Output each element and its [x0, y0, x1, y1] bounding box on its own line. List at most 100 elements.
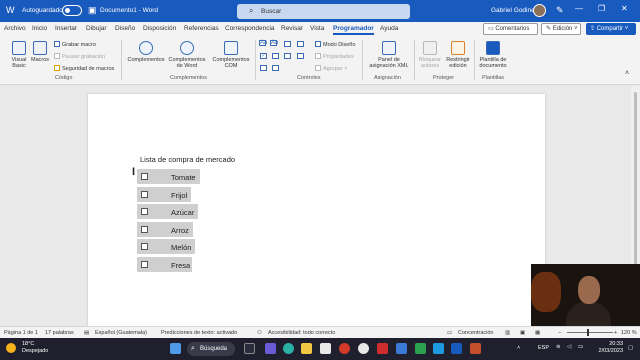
combo-box-icon[interactable]: [272, 53, 279, 59]
web-layout-icon[interactable]: ▦: [535, 330, 540, 336]
focus-mode[interactable]: Concentración: [458, 330, 493, 336]
tab-ayuda[interactable]: Ayuda: [380, 25, 398, 32]
rich-text-control[interactable]: Aa: [259, 40, 267, 46]
checkbox-control[interactable]: [141, 191, 148, 198]
notifications-icon[interactable]: ▢: [628, 345, 633, 351]
picture-control-icon[interactable]: [284, 41, 291, 47]
accessibility-status[interactable]: Accesibilidad: todo correcto: [268, 330, 335, 336]
tab-diseno[interactable]: Diseño: [115, 25, 135, 32]
checkbox-control[interactable]: [141, 173, 148, 180]
block-authors-button[interactable]: Bloquear autores: [416, 41, 444, 69]
tab-referencias[interactable]: Referencias: [184, 25, 219, 32]
macros-button[interactable]: Macros: [30, 41, 50, 63]
tab-vista[interactable]: Vista: [310, 25, 324, 32]
close-button[interactable]: ✕: [621, 4, 628, 13]
wifi-icon[interactable]: ≋: [556, 344, 561, 350]
word-count[interactable]: 17 palabras: [45, 330, 74, 336]
add-ins-button[interactable]: Complementos: [126, 41, 166, 63]
chrome-icon[interactable]: [358, 343, 369, 354]
scrollbar-thumb[interactable]: [634, 92, 637, 272]
visual-basic-button[interactable]: Visual Basic: [6, 41, 32, 69]
teams-icon[interactable]: [265, 343, 276, 354]
tray-chevron-icon[interactable]: ˄: [517, 345, 520, 351]
page-count[interactable]: Página 1 de 1: [4, 330, 38, 336]
store-icon[interactable]: [320, 343, 331, 354]
read-mode-icon[interactable]: ▥: [505, 330, 510, 336]
zoom-level[interactable]: 120 %: [621, 330, 637, 336]
list-heading[interactable]: Lista de compra de mercado: [140, 155, 235, 164]
plain-text-control[interactable]: Aa: [270, 40, 278, 46]
zoom-out-icon[interactable]: −: [558, 330, 561, 336]
print-layout-icon[interactable]: ▣: [520, 330, 525, 336]
tab-archivo[interactable]: Archivo: [4, 25, 26, 32]
design-mode-button[interactable]: Modo Diseño: [315, 41, 355, 48]
pen-icon[interactable]: ✎: [556, 5, 564, 16]
focus-icon[interactable]: ▭: [447, 330, 452, 336]
edge-icon[interactable]: [283, 343, 294, 354]
building-block-icon[interactable]: [297, 41, 304, 47]
share-button[interactable]: ⇪ Compartir ˅: [586, 23, 636, 35]
task-view-icon[interactable]: [244, 343, 255, 354]
minimize-button[interactable]: —: [575, 4, 583, 13]
list-item[interactable]: Frijol: [137, 187, 191, 202]
word-add-ins-button[interactable]: Complementos de Word: [168, 41, 206, 69]
clock[interactable]: 20:33 2/03/2023: [593, 341, 623, 355]
zoom-slider-thumb[interactable]: [587, 329, 589, 336]
editing-mode-button[interactable]: ✎ Edición ˅: [541, 23, 581, 35]
group-button[interactable]: Agrupar ˅: [315, 65, 347, 72]
tab-insertar[interactable]: Insertar: [55, 25, 77, 32]
powerpoint-icon[interactable]: [470, 343, 481, 354]
checkbox-control[interactable]: [141, 226, 148, 233]
document-template-button[interactable]: Plantilla de documento: [476, 41, 510, 69]
autosave-toggle[interactable]: [62, 5, 82, 16]
repeating-section-icon[interactable]: [260, 65, 267, 71]
file-explorer-icon[interactable]: [301, 343, 312, 354]
tab-revisar[interactable]: Revisar: [281, 25, 303, 32]
tab-correspondencia[interactable]: Correspondencia: [225, 25, 275, 32]
macro-security-button[interactable]: Seguridad de macros: [54, 65, 114, 72]
list-item[interactable]: Fresa: [137, 257, 192, 272]
list-item[interactable]: Melón: [137, 239, 195, 254]
app-icon[interactable]: [396, 343, 407, 354]
checkbox-control[interactable]: [141, 208, 148, 215]
comments-button[interactable]: ▭ Comentarios: [483, 23, 538, 35]
search-box[interactable]: ⌕ Buscar: [237, 4, 410, 19]
properties-button[interactable]: Propiedades: [315, 53, 354, 60]
tab-disposicion[interactable]: Disposición: [143, 25, 176, 32]
checkbox-control[interactable]: [141, 243, 148, 250]
date-picker-icon[interactable]: [297, 53, 304, 59]
record-macro-button[interactable]: Grabar macro: [54, 41, 96, 48]
tab-dibujar[interactable]: Dibujar: [86, 25, 107, 32]
collapse-ribbon-icon[interactable]: ˄: [625, 70, 629, 77]
taskbar-search[interactable]: ⌕ Búsqueda: [187, 342, 235, 356]
checkbox-control-icon[interactable]: ✓: [260, 53, 267, 59]
zoom-slider[interactable]: [567, 332, 613, 333]
acrobat-icon[interactable]: [377, 343, 388, 354]
list-item[interactable]: Tomate: [137, 169, 200, 184]
word-taskbar-icon[interactable]: [451, 343, 462, 354]
volume-icon[interactable]: ◁: [567, 344, 571, 350]
battery-icon[interactable]: ▭: [578, 344, 583, 350]
opera-icon[interactable]: [339, 343, 350, 354]
list-item[interactable]: Azúcar: [137, 204, 198, 219]
app-icon-3[interactable]: [433, 343, 444, 354]
app-icon-2[interactable]: [415, 343, 426, 354]
accessibility-icon[interactable]: ⚇: [257, 330, 262, 336]
zoom-in-icon[interactable]: +: [614, 330, 617, 336]
checkbox-control[interactable]: [141, 261, 148, 268]
com-add-ins-button[interactable]: Complementos COM: [212, 41, 250, 69]
text-predictions[interactable]: Predicciones de texto: activado: [161, 330, 237, 336]
xml-mapping-pane-button[interactable]: Panel de asignación XML: [366, 41, 412, 69]
tab-inicio[interactable]: Inicio: [32, 25, 47, 32]
document-page[interactable]: Lista de compra de mercado I Tomate Frij…: [88, 94, 545, 326]
pause-recording-button[interactable]: Pausar grabación: [54, 53, 105, 60]
tab-programador[interactable]: Programador: [333, 25, 374, 35]
windows-start-icon[interactable]: [170, 343, 181, 354]
save-icon[interactable]: ▣: [88, 5, 97, 16]
avatar[interactable]: [533, 4, 546, 17]
language[interactable]: Español (Guatemala): [95, 330, 147, 336]
proofing-icon[interactable]: ▤: [84, 330, 89, 336]
list-item[interactable]: Arroz: [137, 222, 193, 237]
legacy-tools-icon[interactable]: [272, 65, 279, 71]
restrict-editing-button[interactable]: Restringir edición: [444, 41, 472, 69]
